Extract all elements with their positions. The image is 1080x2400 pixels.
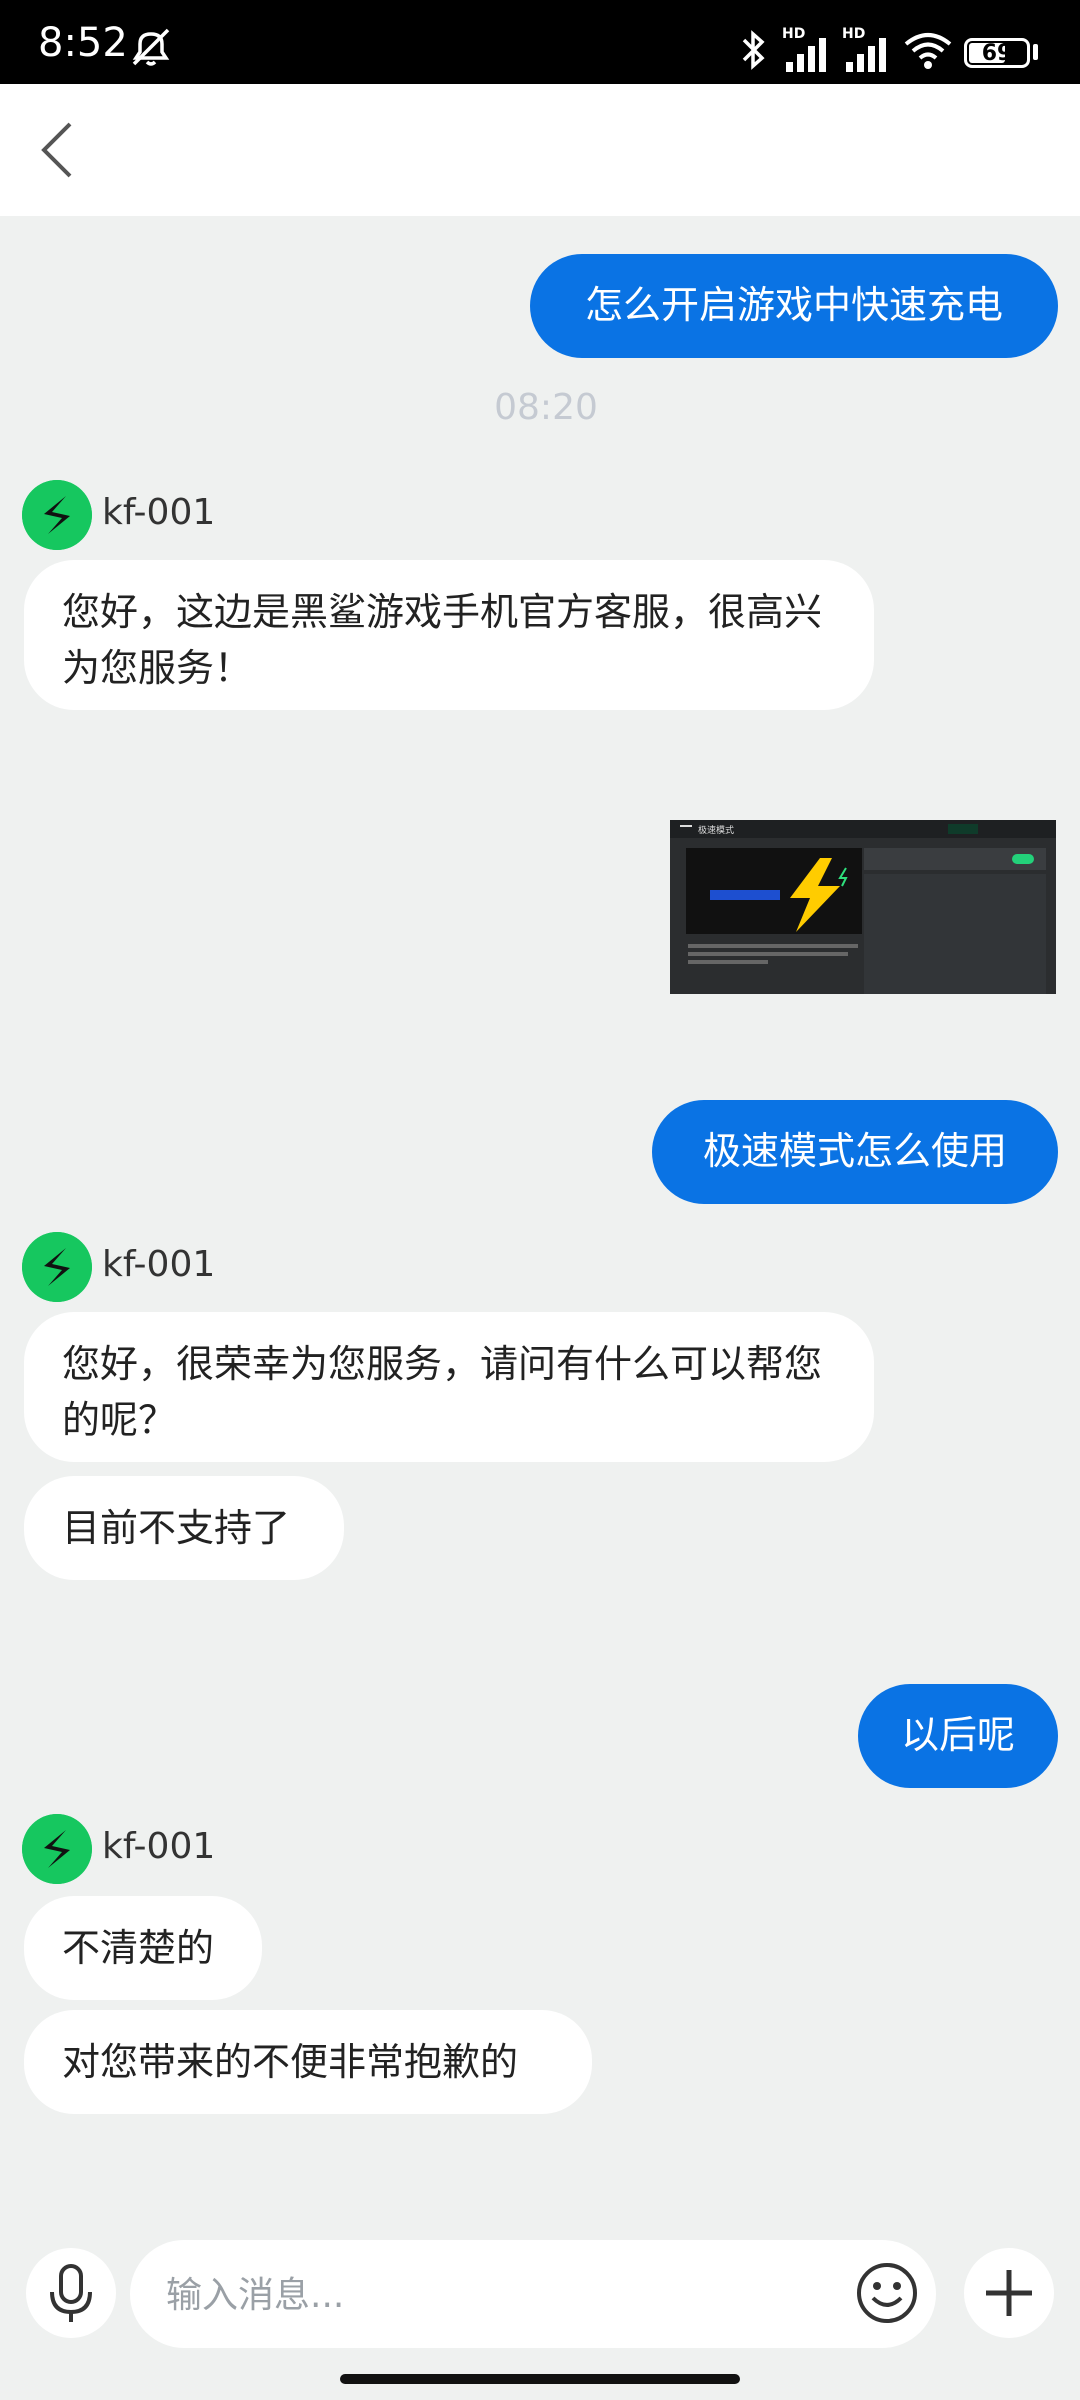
agent-message: 您好，这边是黑鲨游戏手机官方客服，很高兴为您服务！ xyxy=(24,560,874,710)
status-bar: 8:52 HD HD 69 xyxy=(0,0,1080,84)
agent-name: kf-001 xyxy=(102,1826,216,1867)
top-bar xyxy=(0,84,1080,216)
lightning-icon xyxy=(710,858,848,932)
back-button[interactable] xyxy=(28,118,92,182)
plus-button[interactable] xyxy=(964,2248,1054,2338)
status-time: 8:52 xyxy=(38,20,128,66)
message-timestamp: 08:20 xyxy=(494,387,598,428)
agent-avatar xyxy=(22,1232,92,1302)
agent-avatar xyxy=(22,480,92,550)
user-message: 以后呢 xyxy=(858,1684,1058,1788)
message-input[interactable] xyxy=(164,2264,808,2326)
battery-level: 69 xyxy=(981,41,1013,66)
home-indicator[interactable] xyxy=(340,2374,740,2384)
user-message: 极速模式怎么使用 xyxy=(652,1100,1058,1204)
agent-message: 目前不支持了 xyxy=(24,1476,344,1580)
message-input-field[interactable] xyxy=(130,2240,936,2348)
emoji-icon[interactable] xyxy=(854,2260,920,2326)
agent-name: kf-001 xyxy=(102,492,216,533)
image-message[interactable]: 极速模式 xyxy=(670,820,1056,994)
mute-icon xyxy=(132,28,170,66)
bluetooth-icon xyxy=(742,30,765,70)
voice-button[interactable] xyxy=(26,2248,116,2338)
microphone-icon xyxy=(50,2264,92,2322)
battery-icon: 69 xyxy=(964,38,1030,68)
image-caption: 极速模式 xyxy=(698,826,735,836)
input-bar xyxy=(0,2218,1080,2358)
wifi-icon xyxy=(904,33,952,69)
agent-name: kf-001 xyxy=(102,1244,216,1285)
plus-icon xyxy=(986,2270,1032,2316)
agent-message: 不清楚的 xyxy=(24,1896,262,2000)
agent-avatar xyxy=(22,1814,92,1884)
agent-message: 对您带来的不便非常抱歉的 xyxy=(24,2010,592,2114)
user-message: 怎么开启游戏中快速充电 xyxy=(530,254,1058,358)
agent-message: 您好，很荣幸为您服务，请问有什么可以帮您的呢？ xyxy=(24,1312,874,1462)
